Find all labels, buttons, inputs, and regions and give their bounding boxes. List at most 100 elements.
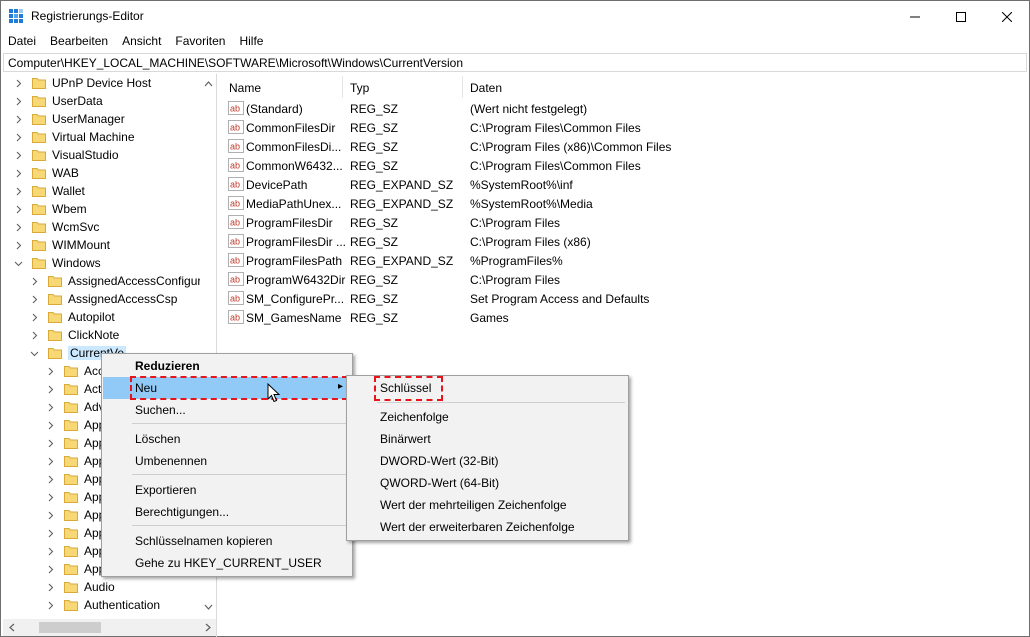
menu-delete[interactable]: Löschen: [103, 428, 351, 450]
hscroll-thumb[interactable]: [39, 622, 101, 633]
chevron-right-icon[interactable]: [14, 164, 23, 182]
chevron-right-icon[interactable]: [14, 146, 23, 164]
chevron-right-icon[interactable]: [14, 236, 23, 254]
menu-datei[interactable]: Datei: [1, 32, 43, 52]
menu-copy-key-name[interactable]: Schlüsselnamen kopieren: [103, 530, 351, 552]
chevron-right-icon[interactable]: [30, 308, 39, 326]
tree-item[interactable]: UPnP Device Host: [14, 74, 151, 92]
tree-item[interactable]: Autopilot: [30, 308, 115, 326]
tree-item[interactable]: Authentication: [46, 596, 160, 614]
tree-item[interactable]: App: [46, 470, 105, 488]
menu-new-multi-string[interactable]: Wert der mehrteiligen Zeichenfolge: [348, 494, 627, 516]
tree-item[interactable]: Wbem: [14, 200, 87, 218]
close-button[interactable]: [984, 1, 1030, 32]
menu-hilfe[interactable]: Hilfe: [232, 32, 270, 52]
column-header-data[interactable]: Daten: [463, 76, 763, 98]
tree-horizontal-scrollbar[interactable]: [3, 619, 216, 636]
chevron-right-icon[interactable]: [14, 110, 23, 128]
value-row[interactable]: ab CommonW6432... REG_SZ C:\Program Files\C…: [228, 156, 1018, 175]
value-row[interactable]: ab ProgramFilesPath REG_EXPAND_SZ %ProgramF…: [228, 251, 1018, 270]
tree-item[interactable]: WIMMount: [14, 236, 110, 254]
menu-collapse[interactable]: Reduzieren: [103, 355, 351, 377]
menu-new-dword[interactable]: DWORD-Wert (32-Bit): [348, 450, 627, 472]
tree-item[interactable]: Audio: [46, 578, 115, 596]
value-data: (Wert nicht festgelegt): [470, 102, 588, 116]
menu-new-binary[interactable]: Binärwert: [348, 428, 627, 450]
value-row[interactable]: ab ProgramW6432Dir REG_SZ C:\Program Files: [228, 270, 1018, 289]
chevron-right-icon[interactable]: [46, 596, 55, 614]
value-row[interactable]: ab ProgramFilesDir ... REG_SZ C:\Program Fi…: [228, 232, 1018, 251]
chevron-right-icon[interactable]: [14, 74, 23, 92]
chevron-right-icon[interactable]: [14, 182, 23, 200]
value-row[interactable]: ab ProgramFilesDir REG_SZ C:\Program Files: [228, 213, 1018, 232]
tree-item[interactable]: UserData: [14, 92, 103, 110]
tree-item[interactable]: Virtual Machine: [14, 128, 135, 146]
column-header-name[interactable]: Name: [222, 76, 343, 98]
chevron-right-icon[interactable]: [46, 488, 55, 506]
chevron-right-icon[interactable]: [14, 200, 23, 218]
chevron-right-icon[interactable]: [30, 326, 39, 344]
tree-item[interactable]: Windows: [14, 254, 101, 272]
tree-item[interactable]: ClickNote: [30, 326, 119, 344]
tree-item[interactable]: AssignedAccessConfigura: [30, 272, 208, 290]
column-header-type[interactable]: Typ: [343, 76, 463, 98]
menu-goto-hkcu[interactable]: Gehe zu HKEY_CURRENT_USER: [103, 552, 351, 574]
tree-item[interactable]: WAB: [14, 164, 79, 182]
value-row[interactable]: ab DevicePath REG_EXPAND_SZ %SystemRoot%\in…: [228, 175, 1018, 194]
menu-export[interactable]: Exportieren: [103, 479, 351, 501]
tree-item[interactable]: App: [46, 416, 105, 434]
menu-rename[interactable]: Umbenennen: [103, 450, 351, 472]
chevron-right-icon[interactable]: [46, 416, 55, 434]
menu-bearbeiten[interactable]: Bearbeiten: [43, 32, 115, 52]
chevron-right-icon[interactable]: [46, 524, 55, 542]
value-row[interactable]: ab CommonFilesDi... REG_SZ C:\Program Files…: [228, 137, 1018, 156]
value-row[interactable]: ab MediaPathUnex... REG_EXPAND_SZ %SystemRo…: [228, 194, 1018, 213]
chevron-right-icon[interactable]: [46, 380, 55, 398]
tree-item[interactable]: App: [46, 560, 105, 578]
tree-item[interactable]: App: [46, 488, 105, 506]
maximize-button[interactable]: [938, 1, 984, 32]
chevron-right-icon[interactable]: [46, 434, 55, 452]
tree-item[interactable]: AssignedAccessCsp: [30, 290, 177, 308]
menu-new-expand-string[interactable]: Wert der erweiterbaren Zeichenfolge: [348, 516, 627, 538]
chevron-right-icon[interactable]: [46, 470, 55, 488]
value-row[interactable]: ab SM_ConfigurePr... REG_SZ Set Program Acc…: [228, 289, 1018, 308]
chevron-right-icon[interactable]: [46, 560, 55, 578]
menu-permissions[interactable]: Berechtigungen...: [103, 501, 351, 523]
tree-item[interactable]: App: [46, 452, 105, 470]
chevron-down-icon[interactable]: [14, 254, 23, 272]
menu-favoriten[interactable]: Favoriten: [168, 32, 232, 52]
tree-item[interactable]: App: [46, 434, 105, 452]
tree-item[interactable]: WcmSvc: [14, 218, 99, 236]
chevron-right-icon[interactable]: [46, 362, 55, 380]
menu-find[interactable]: Suchen...: [103, 399, 351, 421]
chevron-right-icon[interactable]: [30, 290, 39, 308]
minimize-button[interactable]: [892, 1, 938, 32]
chevron-right-icon[interactable]: [46, 398, 55, 416]
tree-item[interactable]: App: [46, 542, 105, 560]
chevron-right-icon[interactable]: [46, 452, 55, 470]
address-bar[interactable]: Computer\HKEY_LOCAL_MACHINE\SOFTWARE\Mic…: [3, 53, 1027, 72]
chevron-right-icon[interactable]: [46, 542, 55, 560]
chevron-right-icon[interactable]: [14, 128, 23, 146]
menu-new-string[interactable]: Zeichenfolge: [348, 406, 627, 428]
tree-item[interactable]: UserManager: [14, 110, 125, 128]
tree-item[interactable]: Adv: [46, 398, 105, 416]
tree-item[interactable]: VisualStudio: [14, 146, 119, 164]
menu-ansicht[interactable]: Ansicht: [115, 32, 168, 52]
chevron-right-icon[interactable]: [14, 92, 23, 110]
value-row[interactable]: ab (Standard) REG_SZ (Wert nicht festgelegt…: [228, 99, 1018, 118]
tree-item[interactable]: Wallet: [14, 182, 85, 200]
chevron-right-icon[interactable]: [14, 218, 23, 236]
chevron-right-icon[interactable]: [46, 506, 55, 524]
tree-item[interactable]: App: [46, 506, 105, 524]
tree-item[interactable]: Acti: [46, 380, 104, 398]
menu-new-qword[interactable]: QWORD-Wert (64-Bit): [348, 472, 627, 494]
chevron-right-icon[interactable]: [46, 578, 55, 596]
value-row[interactable]: ab SM_GamesName REG_SZ Games: [228, 308, 1018, 327]
chevron-down-icon[interactable]: [30, 344, 39, 362]
tree-item[interactable]: Acc: [46, 362, 104, 380]
value-row[interactable]: ab CommonFilesDir REG_SZ C:\Program Files\C…: [228, 118, 1018, 137]
chevron-right-icon[interactable]: [30, 272, 39, 290]
tree-item[interactable]: App: [46, 524, 105, 542]
